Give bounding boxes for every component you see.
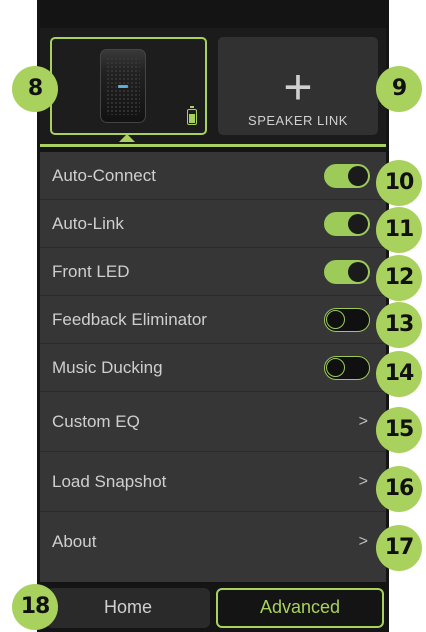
front-led-toggle[interactable] xyxy=(324,259,370,284)
auto-connect-toggle[interactable] xyxy=(324,163,370,188)
callout-badge: 8 xyxy=(12,66,58,112)
callout-badge: 12 xyxy=(376,255,422,301)
music-ducking-toggle[interactable] xyxy=(324,355,370,380)
battery-icon xyxy=(187,106,197,125)
callout-badge: 10 xyxy=(376,160,422,206)
setting-label: Load Snapshot xyxy=(52,471,167,491)
auto-link-toggle[interactable] xyxy=(324,211,370,236)
callout-badge: 17 xyxy=(376,525,422,571)
callout-badge: 14 xyxy=(376,351,422,397)
setting-label: Music Ducking xyxy=(52,357,163,377)
setting-row-feedback-eliminator[interactable]: Feedback Eliminator xyxy=(40,296,386,344)
setting-row-load-snapshot[interactable]: Load Snapshot > xyxy=(40,452,386,512)
chevron-right-icon: > xyxy=(358,472,368,490)
speaker-device-card[interactable] xyxy=(50,37,207,135)
setting-row-auto-link[interactable]: Auto-Link xyxy=(40,200,386,248)
speaker-image xyxy=(100,49,146,123)
setting-label: Feedback Eliminator xyxy=(52,309,207,329)
speaker-link-button[interactable]: + SPEAKER LINK xyxy=(218,37,378,135)
chevron-right-icon: > xyxy=(358,533,368,550)
setting-row-about[interactable]: About > xyxy=(40,512,386,572)
callout-badge: 18 xyxy=(12,584,58,630)
callout-badge: 13 xyxy=(376,302,422,348)
callout-badge: 15 xyxy=(376,407,422,453)
chevron-right-icon: > xyxy=(358,412,368,430)
setting-label: Front LED xyxy=(52,261,130,281)
tab-home[interactable]: Home xyxy=(46,588,210,628)
tab-advanced[interactable]: Advanced xyxy=(216,588,384,628)
callout-badge: 16 xyxy=(376,466,422,512)
setting-row-front-led[interactable]: Front LED xyxy=(40,248,386,296)
setting-row-custom-eq[interactable]: Custom EQ > xyxy=(40,392,386,452)
setting-label: Custom EQ xyxy=(52,411,140,431)
callout-badge: 11 xyxy=(376,207,422,253)
selected-pointer xyxy=(119,134,135,142)
accent-divider xyxy=(40,144,386,147)
setting-row-auto-connect[interactable]: Auto-Connect xyxy=(40,152,386,200)
setting-row-music-ducking[interactable]: Music Ducking xyxy=(40,344,386,392)
setting-label: Auto-Connect xyxy=(52,165,156,185)
setting-label: Auto-Link xyxy=(52,213,124,233)
feedback-eliminator-toggle[interactable] xyxy=(324,307,370,332)
callout-badge: 9 xyxy=(376,66,422,112)
plus-icon: + xyxy=(283,59,313,115)
settings-list: Auto-Connect Auto-Link Front LED Feedbac… xyxy=(40,152,386,582)
setting-label: About xyxy=(52,532,97,551)
speaker-link-label: SPEAKER LINK xyxy=(248,113,348,128)
